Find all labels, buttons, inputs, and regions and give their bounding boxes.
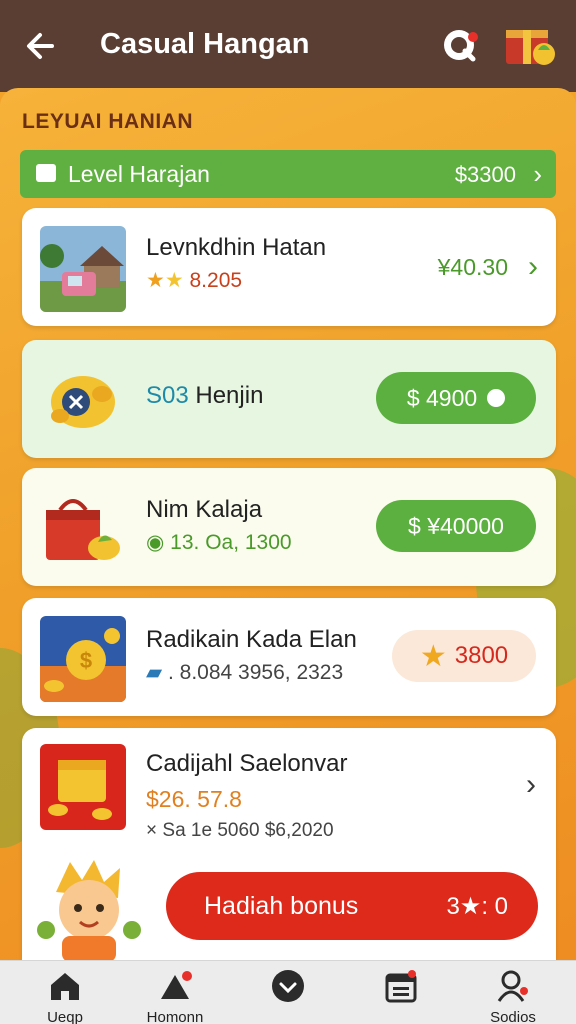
list-item[interactable]: S03 Henjin $ 4900: [22, 340, 556, 458]
item-thumbnail: $: [40, 616, 126, 702]
item-title: Radikain Kada Elan: [146, 626, 357, 653]
item-title: Levnkdhin Hatan: [146, 234, 327, 261]
close-icon: ×: [146, 820, 158, 841]
chevron-right-icon: ›: [533, 159, 542, 189]
check-circle-icon: ◉: [146, 531, 165, 554]
item-title: Cadijahl Saelonvar: [146, 750, 348, 777]
star-icon: ★: [146, 269, 165, 292]
bubble-icon: [487, 389, 506, 407]
page-title: Casual Hangan: [100, 28, 310, 60]
nav-label: Ueqp: [47, 1009, 83, 1024]
rewards-button[interactable]: [504, 20, 558, 70]
coin-board-icon: $: [40, 616, 126, 702]
chevron-right-icon: ›: [526, 768, 536, 801]
list-item[interactable]: Levnkdhin Hatan ★★ 8.205 ¥40.30 ›: [22, 208, 556, 326]
item-rating-value: 8.205: [189, 269, 243, 292]
bonus-button[interactable]: Hadiah bonus 3★: 0: [166, 872, 538, 940]
profile-icon: [497, 970, 528, 1002]
gift-box-icon: [506, 30, 555, 65]
item-rating: ★★ 8.205: [146, 268, 242, 293]
coin-target-icon: [51, 376, 115, 428]
item-price: $26. 57.8: [146, 786, 242, 812]
gift-bag-icon: [46, 499, 120, 560]
nav-item-profile[interactable]: Sodios: [458, 967, 568, 1024]
nav-label: Homonn: [146, 1009, 204, 1024]
chevron-circle-icon: [272, 970, 304, 1002]
pill-icon: ▰: [146, 661, 163, 684]
calendar-icon: [385, 970, 417, 1003]
thumbs-up-icon: [36, 164, 56, 182]
star-badge-value: 3800: [454, 642, 509, 669]
star-icon: ★: [164, 269, 184, 292]
search-icon: [444, 30, 478, 62]
item-subtitle: ◉ 13. Oa, 1300: [146, 530, 292, 555]
star-icon: ★: [419, 639, 447, 673]
item-title-text: Henjin: [195, 382, 264, 409]
item-thumbnail: [40, 226, 126, 312]
nav-item-home[interactable]: Ueqp: [10, 967, 120, 1024]
item-title: S03 Henjin: [146, 382, 263, 410]
bonus-button-value: 3★: 0: [446, 893, 508, 920]
svg-text:$: $: [80, 648, 92, 673]
price-button[interactable]: $ 4900: [376, 372, 536, 424]
price-button-label: $ 4900: [406, 384, 478, 411]
mascot-icon: [37, 860, 141, 962]
item-subtitle-text: . 8.084 3956, 2323: [168, 661, 344, 684]
chevron-right-icon: ›: [528, 250, 538, 283]
mascot-character: [34, 852, 144, 962]
search-button[interactable]: [440, 26, 480, 66]
nav-item-center[interactable]: [233, 967, 343, 1024]
back-button[interactable]: [22, 28, 58, 64]
nav-item-shop[interactable]: Homonn: [120, 967, 230, 1024]
item-subtitle-text: 13. Oa, 1300: [170, 531, 292, 554]
level-bar[interactable]: Level Harajan $3300 ›: [20, 150, 556, 198]
level-bar-value: $3300: [454, 162, 516, 187]
bonus-button-label: Hadiah bonus: [204, 892, 359, 920]
app-header: Casual Hangan: [0, 0, 576, 92]
level-bar-label: Level Harajan: [68, 161, 210, 187]
item-thumbnail: [40, 486, 126, 572]
item-subtitle: ▰ . 8.084 3956, 2323: [146, 660, 343, 685]
item-subtitle-text: Sa 1e 5060 $6,2020: [162, 820, 334, 841]
arrow-left-icon: [27, 33, 54, 59]
star-badge[interactable]: ★ 3800: [392, 630, 536, 682]
nav-item-calendar[interactable]: [346, 967, 456, 1024]
list-item[interactable]: Nim Kalaja ◉ 13. Oa, 1300 $ ¥40000: [22, 468, 556, 586]
price-button[interactable]: $ ¥40000: [376, 500, 536, 552]
item-title: Nim Kalaja: [146, 496, 263, 523]
bottom-navigation: Ueqp Homonn Sodios: [0, 960, 576, 1024]
item-title-prefix: S03: [146, 382, 189, 409]
list-item[interactable]: $ Radikain Kada Elan ▰ . 8.084 3956, 232…: [22, 598, 556, 716]
section-heading: LEYUAI HANIAN: [22, 110, 194, 133]
item-subtitle: × Sa 1e 5060 $6,2020: [146, 820, 334, 842]
treasure-chest-icon: [40, 744, 126, 830]
item-price: ¥40.30: [437, 254, 508, 280]
home-icon: [51, 973, 79, 1000]
item-thumbnail: [40, 358, 126, 444]
item-thumbnail: [40, 744, 126, 830]
play-shop-icon: [161, 971, 192, 999]
nav-label: Sodios: [490, 1009, 536, 1024]
house-scene-icon: [40, 226, 126, 312]
